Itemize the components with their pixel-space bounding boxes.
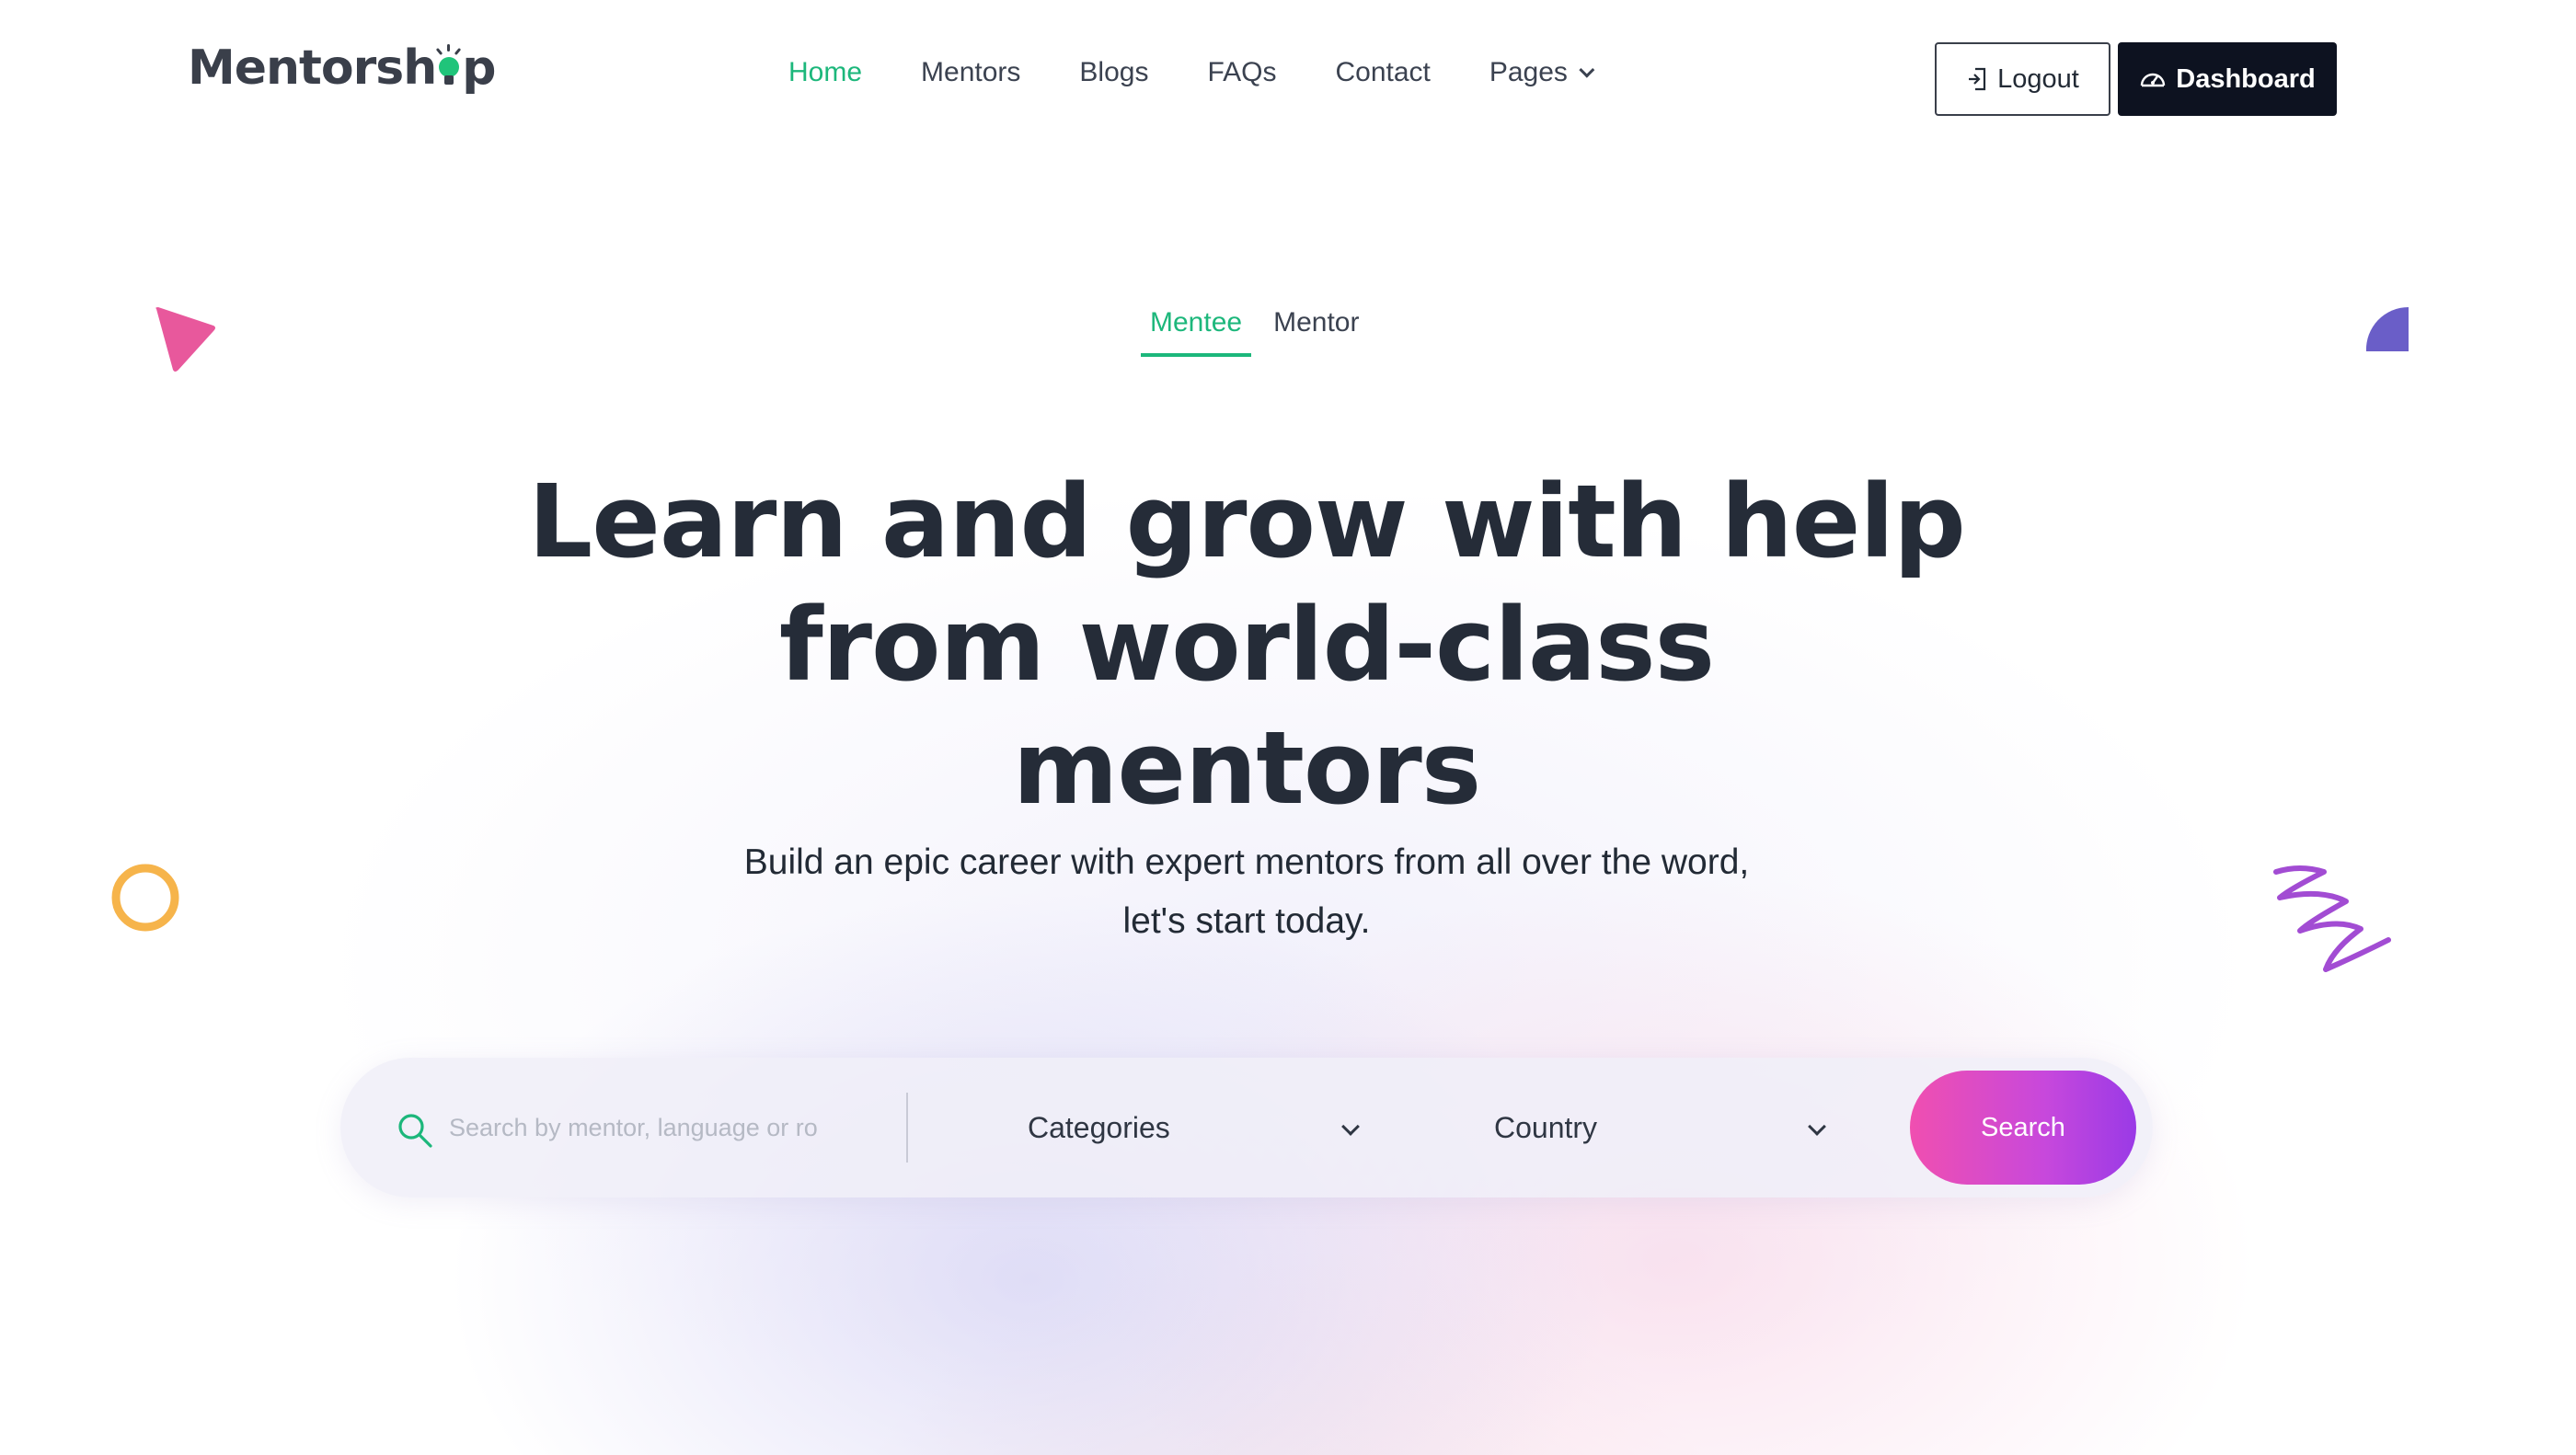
chevron-down-icon: [1808, 1117, 1826, 1136]
tab-mentee-label: Mentee: [1150, 307, 1243, 338]
country-label: Country: [1494, 1111, 1598, 1144]
search-button[interactable]: Search: [1910, 1071, 2136, 1185]
hero-subtitle: Build an epic career with expert mentors…: [662, 833, 1831, 951]
logout-button[interactable]: Logout: [1935, 42, 2110, 116]
orange-circle-decoration: [111, 864, 179, 932]
hero-title: Learn and grow with help from world-clas…: [460, 460, 2033, 830]
nav-mentors-label: Mentors: [921, 57, 1021, 87]
logout-icon: [1969, 67, 1986, 91]
role-tabs: Mentee Mentor: [1141, 307, 1368, 357]
categories-label: Categories: [1028, 1111, 1170, 1144]
lightbulb-icon: [436, 44, 462, 92]
nav-pages-dropdown[interactable]: Pages: [1489, 57, 1595, 88]
dashboard-icon: [2141, 73, 2166, 87]
country-select[interactable]: Country: [1494, 1094, 1899, 1161]
search-divider: [906, 1093, 908, 1163]
tab-mentee[interactable]: Mentee: [1141, 307, 1252, 357]
pink-triangle-decoration: [155, 307, 215, 372]
logo-text-part1: Mentorsh: [188, 40, 437, 96]
dashboard-label: Dashboard: [2176, 63, 2316, 94]
nav-home[interactable]: Home: [788, 57, 862, 88]
nav-contact[interactable]: Contact: [1335, 57, 1430, 88]
chevron-down-icon: [1341, 1117, 1360, 1136]
logo-text-part2: p: [462, 40, 496, 96]
purple-quarter-circle-decoration: [2365, 306, 2409, 351]
tab-mentor-label: Mentor: [1273, 307, 1360, 338]
nav-blogs[interactable]: Blogs: [1079, 57, 1148, 88]
nav-contact-label: Contact: [1335, 57, 1431, 87]
search-bar: Categories Country Search: [340, 1058, 2153, 1197]
search-icon: [398, 1114, 432, 1148]
tab-mentor[interactable]: Mentor: [1264, 307, 1368, 357]
logo[interactable]: Mentorsh p: [188, 40, 496, 96]
hero-title-line3: mentors: [1012, 709, 1481, 827]
hero-subtitle-line1: Build an epic career with expert mentors…: [743, 842, 1750, 882]
dashboard-button[interactable]: Dashboard: [2118, 42, 2337, 116]
nav-faqs-label: FAQs: [1207, 57, 1277, 87]
nav-home-label: Home: [788, 57, 863, 87]
nav-blogs-label: Blogs: [1079, 57, 1149, 87]
purple-zigzag-decoration: [2273, 865, 2391, 972]
nav-faqs[interactable]: FAQs: [1207, 57, 1276, 88]
nav-mentors[interactable]: Mentors: [921, 57, 1020, 88]
nav-pages-label: Pages: [1489, 57, 1568, 87]
logout-label: Logout: [1997, 63, 2079, 94]
chevron-down-icon: [1579, 62, 1595, 78]
search-input[interactable]: [449, 1100, 845, 1155]
header: Mentorsh p Home Mentors Blogs FAQs Conta…: [0, 0, 2576, 156]
hero-title-line2: from world-class: [778, 586, 1715, 704]
main-nav: Home Mentors Blogs FAQs Contact Pages: [788, 57, 1595, 88]
hero-title-line1: Learn and grow with help: [528, 463, 1966, 580]
hero-subtitle-line2: let's start today.: [1122, 901, 1371, 941]
